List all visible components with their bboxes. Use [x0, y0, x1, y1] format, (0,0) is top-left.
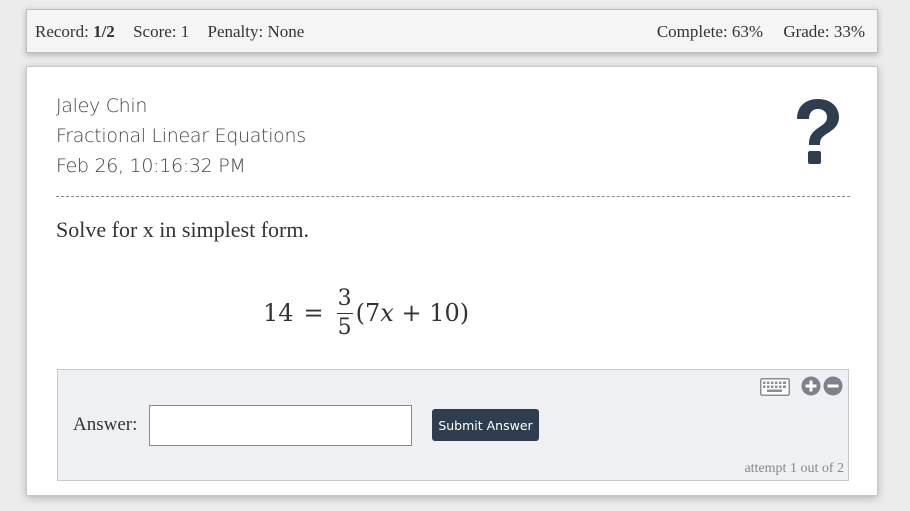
timestamp: Feb 26, 10:16:32 PM — [56, 155, 246, 177]
student-name: Jaley Chin — [56, 95, 148, 117]
status-right: Complete: 63% Grade: 33% — [641, 22, 865, 42]
question-mark-icon[interactable] — [791, 99, 843, 165]
equation-lhs: 14 — [263, 299, 294, 327]
equals-sign: = — [303, 299, 324, 327]
fraction-denominator: 5 — [337, 314, 352, 340]
complete-indicator: Complete: 63% — [656, 22, 764, 41]
fraction-numerator: 3 — [337, 285, 352, 311]
problem-prompt: Solve for x in simplest form. — [56, 217, 309, 242]
record-value: 1/2 — [93, 22, 115, 41]
status-bar: Record: 1/2 Score: 1 Penalty: None Compl… — [26, 9, 878, 53]
problem-meta: Jaley Chin Fractional Linear Equations F… — [56, 91, 306, 181]
submit-answer-button[interactable]: Submit Answer — [432, 409, 539, 441]
equation-rhs: (7x + 10) — [355, 299, 470, 327]
fraction-bar — [336, 312, 353, 314]
score-indicator: Score: 1 — [133, 22, 190, 41]
equation: 14 = 3 5 (7x + 10) — [263, 283, 469, 343]
zoom-in-icon[interactable] — [801, 376, 821, 396]
grade-indicator: Grade: 33% — [783, 22, 865, 41]
topic-title: Fractional Linear Equations — [56, 125, 306, 147]
attempt-counter: attempt 1 out of 2 — [744, 461, 844, 476]
status-left: Record: 1/2 Score: 1 Penalty: None — [35, 22, 318, 42]
answer-input[interactable] — [149, 405, 412, 446]
answer-label: Answer: — [73, 414, 138, 435]
fraction: 3 5 — [336, 285, 354, 340]
divider — [56, 196, 850, 197]
zoom-out-icon[interactable] — [823, 376, 843, 396]
keyboard-icon[interactable] — [760, 378, 790, 396]
answer-panel: Answer: Submit Answer attempt 1 out of 2 — [57, 369, 849, 481]
problem-card: Jaley Chin Fractional Linear Equations F… — [26, 66, 878, 496]
record-indicator: Record: 1/2 — [35, 22, 115, 41]
penalty-indicator: Penalty: None — [207, 22, 305, 41]
